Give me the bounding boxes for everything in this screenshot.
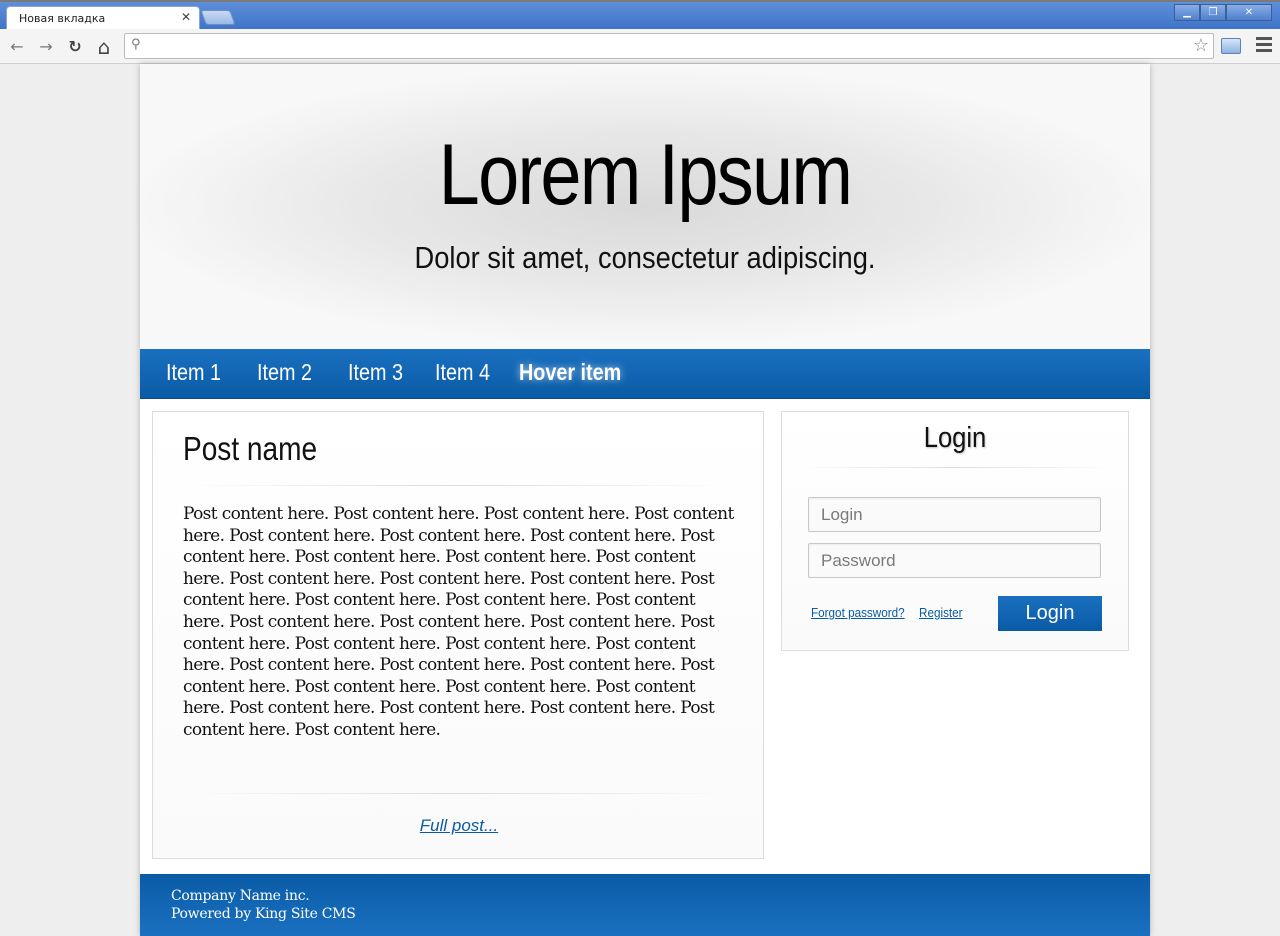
browser-toolbar: ← → ↻ ⌂ ⚲ ☆ — [0, 29, 1280, 64]
restore-icon[interactable]: ❐ — [1200, 4, 1226, 21]
login-input[interactable] — [808, 497, 1101, 532]
post-body: Post content here. Post content here. Po… — [183, 504, 734, 740]
new-tab-button[interactable] — [200, 10, 236, 25]
full-post-link: Full post... — [153, 816, 765, 836]
login-title: Login — [923, 422, 987, 454]
browser-tab[interactable]: Новая вкладка ✕ — [6, 6, 200, 31]
home-icon[interactable]: ⌂ — [93, 36, 115, 58]
post-divider-bottom — [183, 793, 733, 794]
site-page: Lorem Ipsum Dolor sit amet, consectetur … — [140, 64, 1150, 936]
browser-titlebar: Новая вкладка ✕ ▁ ❐ ✕ — [0, 0, 1280, 31]
nav-item-1[interactable]: Item 1 — [166, 359, 221, 386]
site-header: Lorem Ipsum Dolor sit amet, consectetur … — [140, 64, 1150, 349]
tab-close-icon[interactable]: ✕ — [181, 10, 191, 24]
login-button[interactable]: Login — [998, 596, 1102, 631]
window-close-icon[interactable]: ✕ — [1226, 4, 1272, 21]
address-input[interactable] — [149, 36, 1179, 56]
extension-icon[interactable] — [1221, 38, 1241, 54]
footer-company: Company Name inc. — [171, 888, 310, 904]
footer-powered: Powered by King Site CMS — [171, 906, 356, 922]
site-footer: Company Name inc. Powered by King Site C… — [140, 874, 1150, 936]
address-bar[interactable]: ⚲ ☆ — [124, 33, 1214, 59]
post-title: Post name — [183, 430, 318, 467]
page-viewport: Lorem Ipsum Dolor sit amet, consectetur … — [0, 64, 1280, 936]
bookmark-star-icon[interactable]: ☆ — [1193, 35, 1209, 56]
search-icon: ⚲ — [131, 37, 141, 52]
reload-icon[interactable]: ↻ — [64, 36, 86, 58]
nav-item-4[interactable]: Item 4 — [435, 359, 490, 386]
menu-icon[interactable] — [1256, 37, 1272, 55]
post-divider — [183, 485, 733, 486]
register-link[interactable]: Register — [919, 605, 963, 620]
main-navigation: Item 1 Item 2 Item 3 Item 4 Hover item — [140, 349, 1150, 399]
full-post-link-text[interactable]: Full post... — [420, 816, 498, 835]
forward-arrow-icon[interactable]: → — [35, 36, 57, 58]
minimize-icon[interactable]: ▁ — [1174, 4, 1200, 21]
nav-item-3[interactable]: Item 3 — [348, 359, 403, 386]
login-divider — [800, 467, 1110, 468]
password-input[interactable] — [808, 543, 1101, 578]
site-subtitle: Dolor sit amet, consectetur adipiscing. — [414, 240, 876, 275]
site-title: Lorem Ipsum — [438, 127, 853, 223]
post-card: Post name Post content here. Post conten… — [152, 411, 764, 859]
tab-title: Новая вкладка — [19, 12, 106, 25]
nav-item-hover[interactable]: Hover item — [519, 359, 621, 386]
nav-item-2[interactable]: Item 2 — [257, 359, 312, 386]
forgot-password-link[interactable]: Forgot password? — [811, 605, 905, 620]
back-arrow-icon[interactable]: ← — [6, 36, 28, 58]
window-controls: ▁ ❐ ✕ — [1174, 4, 1272, 21]
login-panel: Login Forgot password? Register Login — [781, 411, 1129, 651]
